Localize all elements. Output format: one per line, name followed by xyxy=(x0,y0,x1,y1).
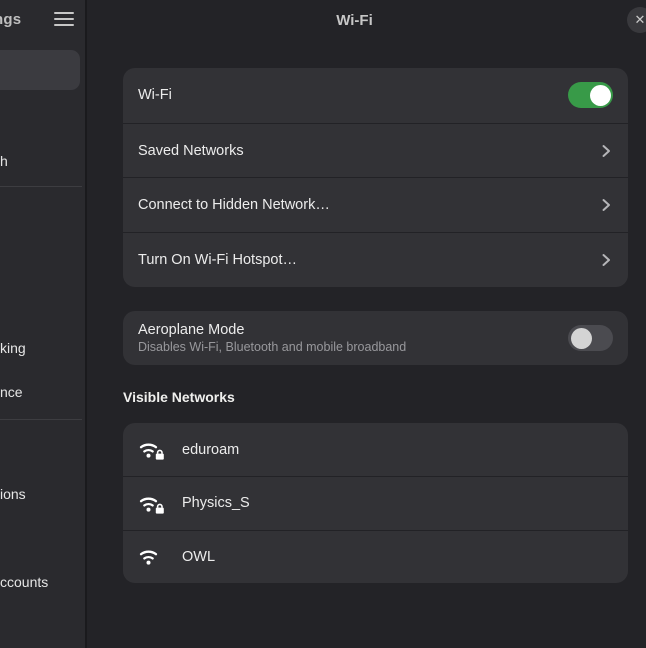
sidebar-item-notifications[interactable]: ions xyxy=(0,486,26,502)
sidebar-divider xyxy=(0,419,82,420)
airplane-mode-row: Aeroplane Mode Disables Wi-Fi, Bluetooth… xyxy=(123,311,628,365)
saved-networks-row[interactable]: Saved Networks xyxy=(123,123,628,178)
page-title: Wi-Fi xyxy=(89,12,646,29)
chevron-right-icon xyxy=(599,253,613,267)
wifi-secure-icon xyxy=(138,439,165,460)
visible-networks-heading: Visible Networks xyxy=(123,389,235,405)
network-name: OWL xyxy=(182,549,215,565)
sidebar-divider xyxy=(0,186,82,187)
airplane-mode-toggle[interactable] xyxy=(568,325,613,351)
wifi-toggle-row: Wi-Fi xyxy=(123,68,628,123)
sidebar-item-online-accounts[interactable]: ccounts xyxy=(0,574,48,590)
hidden-network-label: Connect to Hidden Network… xyxy=(138,197,330,213)
wifi-toggle-label: Wi-Fi xyxy=(138,87,172,103)
app-title: ngs xyxy=(0,11,21,28)
network-name: eduroam xyxy=(182,442,239,458)
sidebar-item-multitasking[interactable]: king xyxy=(0,340,26,356)
sidebar-item-appearance[interactable]: nce xyxy=(0,384,23,400)
visible-networks-card: eduroam Physics_S OWL xyxy=(123,423,628,583)
sidebar-item-bluetooth[interactable]: h xyxy=(0,153,8,169)
wifi-secure-icon xyxy=(138,493,165,514)
headerbar: Wi-Fi ✕ xyxy=(89,0,646,42)
chevron-right-icon xyxy=(599,144,613,158)
wifi-card: Wi-Fi Saved Networks Connect to Hidden N… xyxy=(123,68,628,287)
airplane-mode-card: Aeroplane Mode Disables Wi-Fi, Bluetooth… xyxy=(123,311,628,365)
wifi-panel: Wi-Fi ✕ Wi-Fi Saved Networks Connect to … xyxy=(89,0,646,648)
saved-networks-label: Saved Networks xyxy=(138,143,244,159)
airplane-mode-subtitle: Disables Wi-Fi, Bluetooth and mobile bro… xyxy=(138,340,406,354)
settings-sidebar: ngs h king nce ions ccounts xyxy=(0,0,87,648)
sidebar-item-wifi[interactable] xyxy=(0,50,80,90)
network-row-physics-s[interactable]: Physics_S xyxy=(123,476,628,529)
hidden-network-row[interactable]: Connect to Hidden Network… xyxy=(123,177,628,232)
chevron-right-icon xyxy=(599,198,613,212)
close-icon[interactable]: ✕ xyxy=(627,7,646,33)
wifi-hotspot-label: Turn On Wi-Fi Hotspot… xyxy=(138,252,297,268)
network-row-eduroam[interactable]: eduroam xyxy=(123,423,628,476)
sidebar-header: ngs xyxy=(0,0,87,42)
network-name: Physics_S xyxy=(182,495,250,511)
wifi-toggle[interactable] xyxy=(568,82,613,108)
wifi-icon xyxy=(138,546,165,567)
hamburger-menu-icon[interactable] xyxy=(54,12,74,30)
airplane-mode-title: Aeroplane Mode xyxy=(138,322,406,338)
wifi-hotspot-row[interactable]: Turn On Wi-Fi Hotspot… xyxy=(123,232,628,287)
network-row-owl[interactable]: OWL xyxy=(123,530,628,583)
